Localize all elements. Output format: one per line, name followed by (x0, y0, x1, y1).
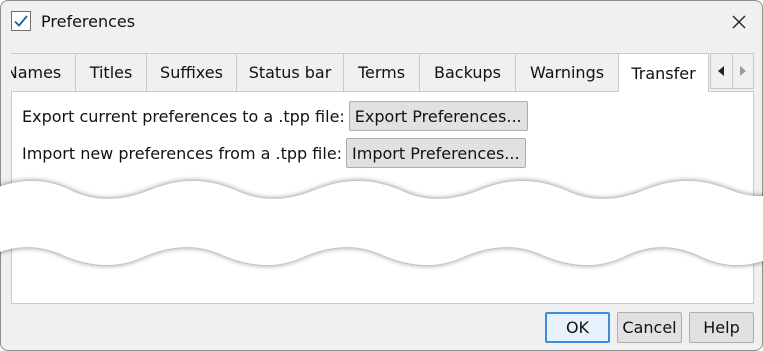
tab-warnings[interactable]: Warnings (515, 53, 619, 91)
cancel-button[interactable]: Cancel (617, 312, 682, 343)
title-bar[interactable]: Preferences (1, 1, 762, 45)
import-label: Import new preferences from a .tpp file: (22, 143, 343, 163)
tab-terms[interactable]: Terms (343, 53, 420, 91)
tab-status-bar[interactable]: Status bar (236, 53, 344, 91)
close-icon (732, 15, 746, 29)
export-row: Export current preferences to a .tpp fil… (22, 101, 528, 131)
window-title: Preferences (41, 12, 136, 31)
tab-transfer[interactable]: Transfer (618, 53, 709, 92)
tab-scroll-right-button[interactable] (731, 54, 754, 88)
checkbox-icon (11, 11, 31, 31)
triangle-left-icon (718, 66, 725, 76)
tab-scroll-left-button[interactable] (711, 54, 732, 88)
close-button[interactable] (724, 7, 754, 37)
tab-backups[interactable]: Backups (419, 53, 516, 91)
tab-suffixes[interactable]: Suffixes (146, 53, 237, 91)
ok-button[interactable]: OK (545, 312, 610, 343)
torn-edge-overlay (0, 181, 763, 265)
tab-scroll-buttons (710, 53, 754, 89)
export-label: Export current preferences to a .tpp fil… (22, 106, 345, 126)
export-preferences-button[interactable]: Export Preferences... (348, 101, 528, 131)
tab-names[interactable]: Names (11, 53, 76, 91)
help-button[interactable]: Help (689, 312, 754, 343)
tab-strip: Names Titles Suffixes Status bar Terms B… (11, 53, 755, 92)
triangle-right-icon (739, 66, 746, 76)
import-preferences-button[interactable]: Import Preferences... (346, 138, 526, 168)
import-row: Import new preferences from a .tpp file:… (22, 138, 526, 168)
tab-titles[interactable]: Titles (75, 53, 147, 91)
tabs-viewport: Names Titles Suffixes Status bar Terms B… (11, 53, 709, 92)
